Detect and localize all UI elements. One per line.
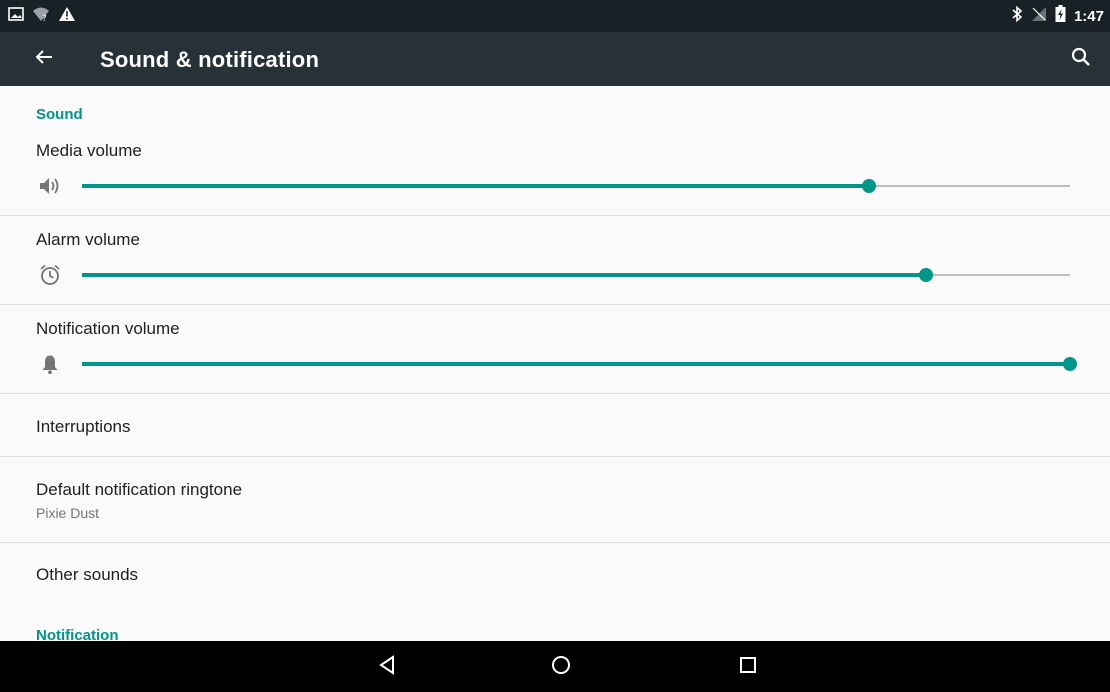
nav-home-icon (550, 654, 572, 681)
no-signal-icon (1031, 6, 1047, 27)
section-header-notification: Notification (36, 627, 119, 641)
ringtone-title: Default notification ringtone (36, 480, 243, 499)
notification-volume-label: Notification volume (36, 319, 180, 338)
media-volume-slider[interactable] (82, 176, 1070, 196)
search-icon (1071, 47, 1091, 72)
wifi-unknown-icon: ? (32, 6, 50, 27)
alert-triangle-icon (58, 6, 76, 27)
search-button[interactable] (1066, 44, 1096, 74)
status-left-icons: ? (8, 5, 76, 27)
status-right-icons: 1:47 (1011, 5, 1104, 27)
nav-back-button[interactable] (372, 653, 402, 681)
navigation-bar (0, 641, 1110, 692)
arrow-back-icon (35, 49, 53, 70)
picture-notification-icon (8, 6, 24, 26)
notification-volume-slider[interactable] (82, 354, 1077, 374)
media-volume-label: Media volume (36, 141, 142, 160)
ringtone-summary: Pixie Dust (36, 505, 100, 521)
speaker-icon (36, 172, 64, 200)
other-sounds-item[interactable]: Other sounds (0, 543, 1110, 607)
bell-icon (36, 350, 64, 378)
section-header-sound: Sound (36, 106, 83, 123)
page-title: Sound & notification (100, 47, 320, 72)
nav-recents-button[interactable] (733, 653, 763, 681)
interruptions-title: Interruptions (36, 417, 131, 436)
slider-thumb[interactable] (919, 268, 933, 282)
nav-recents-icon (738, 655, 758, 680)
nav-back-icon (378, 654, 396, 680)
back-button[interactable] (26, 45, 62, 73)
slider-thumb[interactable] (862, 179, 876, 193)
nav-home-button[interactable] (546, 653, 576, 681)
other-sounds-title: Other sounds (36, 565, 139, 584)
status-time: 1:47 (1073, 7, 1104, 25)
slider-fill (82, 362, 1070, 366)
ringtone-item[interactable]: Default notification ringtone Pixie Dust (0, 457, 1110, 542)
status-bar: ? 1:47 (0, 0, 1110, 32)
interruptions-item[interactable]: Interruptions (0, 394, 1110, 456)
alarm-volume-label: Alarm volume (36, 230, 140, 249)
slider-thumb[interactable] (1063, 357, 1077, 371)
slider-fill (82, 184, 869, 188)
app-bar: Sound & notification (0, 32, 1110, 86)
divider (0, 304, 1110, 305)
divider (0, 215, 1110, 216)
battery-charging-icon (1055, 5, 1066, 27)
alarm-volume-slider[interactable] (82, 265, 1070, 285)
settings-list[interactable]: Sound Media volume Alarm volume Notifica… (0, 86, 1110, 641)
slider-fill (82, 273, 926, 277)
svg-text:?: ? (42, 14, 47, 22)
alarm-clock-icon (36, 261, 64, 289)
bluetooth-icon (1011, 5, 1023, 27)
